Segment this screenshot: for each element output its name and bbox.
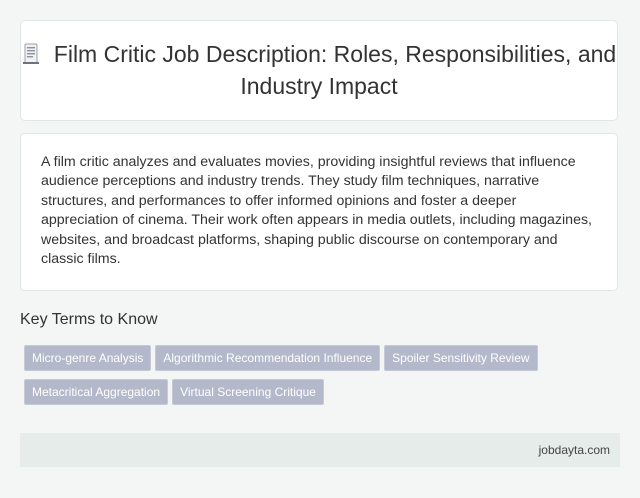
key-terms-list: Micro-genre Analysis Algorithmic Recommen…	[24, 345, 604, 413]
description-card: A film critic analyzes and evaluates mov…	[20, 133, 618, 291]
tag-spoiler-sensitivity-review: Spoiler Sensitivity Review	[384, 345, 538, 371]
document-icon	[22, 43, 40, 72]
page-title: Film Critic Job Description: Roles, Resp…	[21, 40, 617, 101]
title-card: Film Critic Job Description: Roles, Resp…	[20, 20, 618, 121]
footer-site: jobdayta.com	[538, 443, 610, 457]
page-title-text: Film Critic Job Description: Roles, Resp…	[53, 41, 617, 99]
key-terms-heading: Key Terms to Know	[20, 311, 158, 328]
footer: jobdayta.com	[20, 433, 620, 467]
tag-micro-genre-analysis: Micro-genre Analysis	[24, 345, 152, 371]
tag-virtual-screening-critique: Virtual Screening Critique	[172, 379, 324, 405]
tag-algorithmic-recommendation-influence: Algorithmic Recommendation Influence	[155, 345, 381, 371]
tag-metacritical-aggregation: Metacritical Aggregation	[24, 379, 169, 405]
description-text: A film critic analyzes and evaluates mov…	[41, 154, 592, 268]
